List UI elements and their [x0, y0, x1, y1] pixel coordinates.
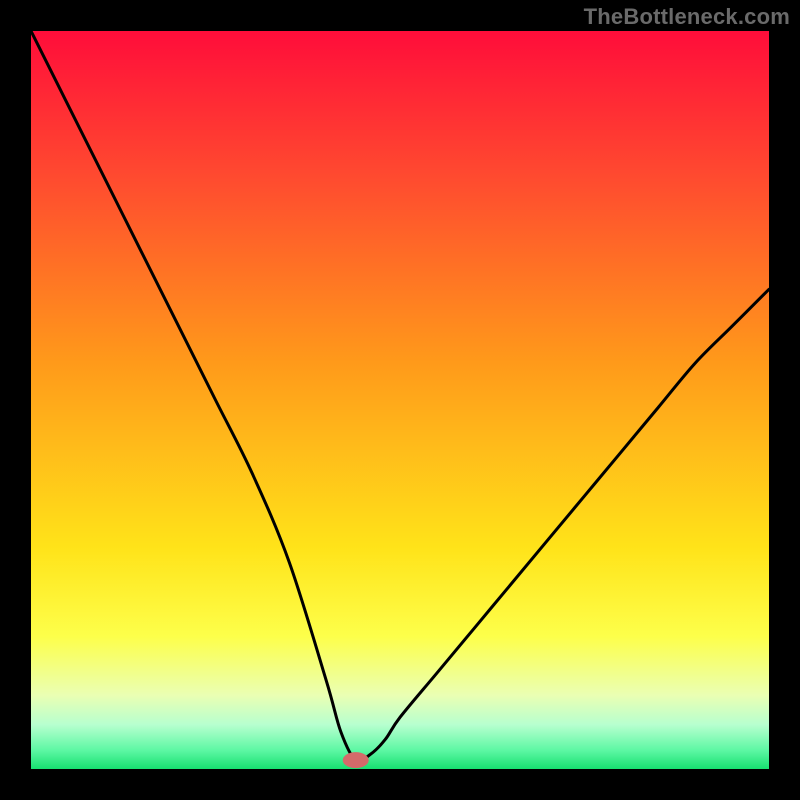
- watermark-text: TheBottleneck.com: [584, 4, 790, 30]
- bottleneck-plot: [31, 31, 769, 769]
- minimum-marker: [343, 752, 369, 768]
- chart-frame: TheBottleneck.com: [0, 0, 800, 800]
- gradient-background: [31, 31, 769, 769]
